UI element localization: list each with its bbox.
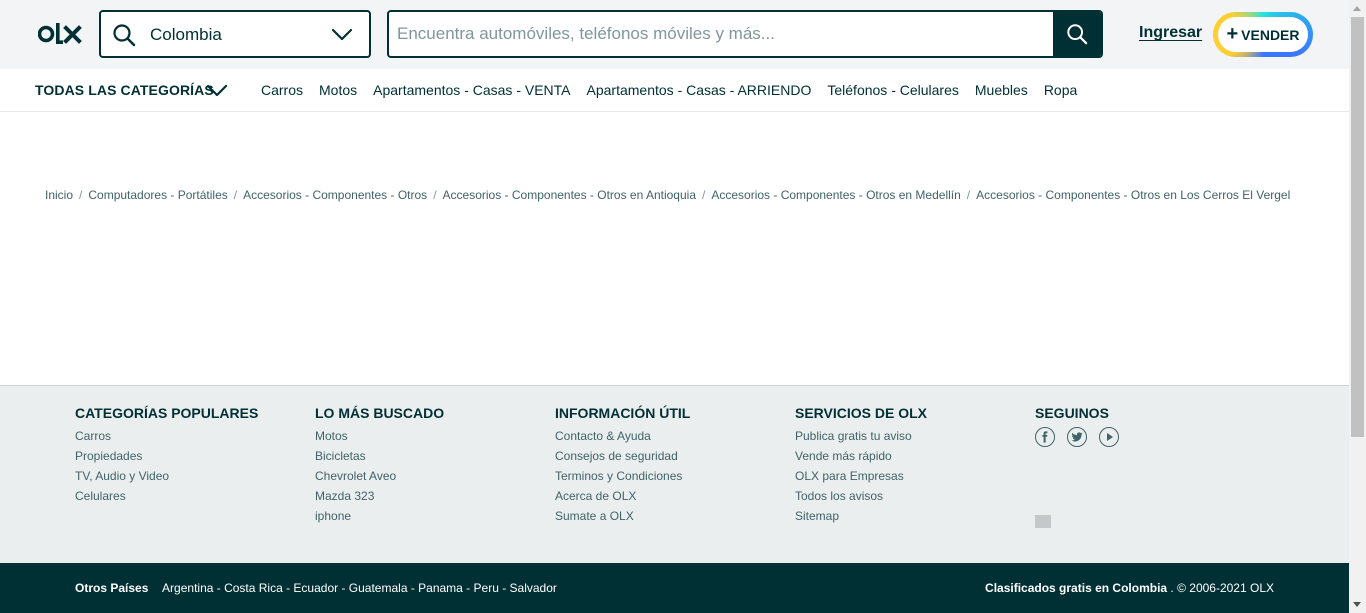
footer-link[interactable]: Sumate a OLX (555, 510, 690, 530)
footer-link[interactable]: Consejos de seguridad (555, 450, 690, 470)
scrollbar-thumb[interactable] (1351, 17, 1364, 437)
breadcrumb-separator: / (702, 188, 706, 202)
footer-link[interactable]: Publica gratis tu aviso (795, 430, 927, 450)
footer-column-title: SEGUINOS (1035, 405, 1109, 421)
footer-column-popular: CATEGORÍAS POPULARES Carros Propiedades … (75, 405, 258, 510)
vertical-scrollbar[interactable] (1349, 0, 1366, 613)
breadcrumb-separator: / (79, 188, 83, 202)
other-countries: Otros Países Argentina - Costa Rica - Ec… (75, 581, 557, 595)
sell-button[interactable]: + VENDER (1213, 12, 1313, 57)
location-value: Colombia (150, 25, 222, 44)
category-link[interactable]: Apartamentos - Casas - ARRIENDO (587, 82, 812, 98)
footer-link[interactable]: Bicicletas (315, 450, 444, 470)
category-nav: TODAS LAS CATEGORÍAS Carros Motos Aparta… (0, 69, 1349, 112)
sell-button-inner: + VENDER (1218, 17, 1308, 52)
category-link[interactable]: Motos (319, 82, 357, 98)
breadcrumb-link[interactable]: Accesorios - Componentes - Otros (243, 188, 427, 202)
country-links[interactable]: Argentina - Costa Rica - Ecuador - Guate… (162, 581, 557, 595)
footer-column-title: CATEGORÍAS POPULARES (75, 405, 259, 421)
twitter-icon[interactable] (1067, 427, 1087, 447)
footer-column-title: SERVICIOS DE OLX (795, 405, 927, 421)
plus-icon: + (1226, 22, 1239, 45)
search-input[interactable] (397, 12, 1047, 56)
footer-column-title: LO MÁS BUSCADO (315, 405, 445, 421)
top-header: Colombia Ingresar + VENDER (0, 0, 1349, 69)
search-bar (387, 10, 1103, 58)
classifieds-link[interactable]: Clasificados gratis en Colombia (985, 581, 1167, 595)
search-icon (1067, 24, 1088, 45)
sell-label: VENDER (1241, 26, 1300, 43)
footer-link[interactable]: Carros (75, 430, 258, 450)
login-link[interactable]: Ingresar (1139, 24, 1202, 42)
breadcrumb-link[interactable]: Computadores - Portátiles (88, 188, 227, 202)
footer-column-title: INFORMACIÓN ÚTIL (555, 405, 691, 421)
footer-link[interactable]: Acerca de OLX (555, 490, 690, 510)
footer-link[interactable]: Motos (315, 430, 444, 450)
all-categories-button[interactable]: TODAS LAS CATEGORÍAS (35, 82, 214, 98)
footer-column-info: INFORMACIÓN ÚTIL Contacto & Ayuda Consej… (555, 405, 690, 530)
footer-link[interactable]: Terminos y Condiciones (555, 470, 690, 490)
youtube-icon[interactable] (1099, 427, 1119, 447)
search-button[interactable] (1053, 12, 1101, 56)
footer-link[interactable]: Vende más rápido (795, 450, 927, 470)
category-link[interactable]: Ropa (1044, 82, 1077, 98)
olx-logo[interactable] (38, 22, 82, 46)
category-links: Carros Motos Apartamentos - Casas - VENT… (261, 82, 1077, 98)
scroll-down-arrow-icon[interactable] (1353, 602, 1361, 607)
breadcrumb-link[interactable]: Inicio (45, 188, 73, 202)
breadcrumb-link[interactable]: Accesorios - Componentes - Otros en Anti… (443, 188, 696, 202)
page: Colombia Ingresar + VENDER TODAS LAS CAT (0, 0, 1366, 613)
other-countries-label: Otros Países (75, 581, 149, 595)
footer-link[interactable]: Celulares (75, 490, 258, 510)
footer-link[interactable]: TV, Audio y Video (75, 470, 258, 490)
category-link[interactable]: Muebles (975, 82, 1028, 98)
copyright-block: Clasificados gratis en Colombia . © 2006… (985, 581, 1274, 595)
footer-link[interactable]: Todos los avisos (795, 490, 927, 510)
breadcrumb: Inicio / Computadores - Portátiles / Acc… (45, 188, 1290, 202)
breadcrumb-separator: / (233, 188, 238, 202)
breadcrumb-link[interactable]: Accesorios - Componentes - Otros en Los … (976, 188, 1290, 202)
scroll-up-arrow-icon[interactable] (1353, 6, 1361, 11)
footer-link[interactable]: Mazda 323 (315, 490, 444, 510)
footer-column-most-searched: LO MÁS BUSCADO Motos Bicicletas Chevrole… (315, 405, 444, 530)
footer-column-follow: SEGUINOS (1035, 405, 1119, 447)
chevron-down-icon[interactable] (206, 82, 228, 98)
footer-link[interactable]: iphone (315, 510, 444, 530)
footer-link[interactable]: Propiedades (75, 450, 258, 470)
breadcrumb-link[interactable]: Accesorios - Componentes - Otros en Mede… (711, 188, 960, 202)
image-placeholder (1035, 515, 1051, 528)
category-link[interactable]: Apartamentos - Casas - VENTA (373, 82, 570, 98)
search-icon (113, 24, 136, 47)
category-link[interactable]: Carros (261, 82, 303, 98)
social-links (1035, 427, 1119, 447)
footer-link[interactable]: OLX para Empresas (795, 470, 927, 490)
chevron-down-icon[interactable] (331, 26, 353, 42)
footer-link[interactable]: Sitemap (795, 510, 927, 530)
category-link[interactable]: Teléfonos - Celulares (827, 82, 959, 98)
copyright-text: . © 2006-2021 OLX (1170, 581, 1274, 595)
footer: CATEGORÍAS POPULARES Carros Propiedades … (0, 385, 1349, 563)
breadcrumb-separator: / (966, 188, 971, 202)
footer-link[interactable]: Contacto & Ayuda (555, 430, 690, 450)
facebook-icon[interactable] (1035, 427, 1055, 447)
footer-column-services: SERVICIOS DE OLX Publica gratis tu aviso… (795, 405, 927, 530)
location-selector[interactable]: Colombia (99, 10, 371, 58)
bottom-bar: Otros Países Argentina - Costa Rica - Ec… (0, 563, 1349, 613)
breadcrumb-separator: / (433, 188, 437, 202)
footer-link[interactable]: Chevrolet Aveo (315, 470, 444, 490)
